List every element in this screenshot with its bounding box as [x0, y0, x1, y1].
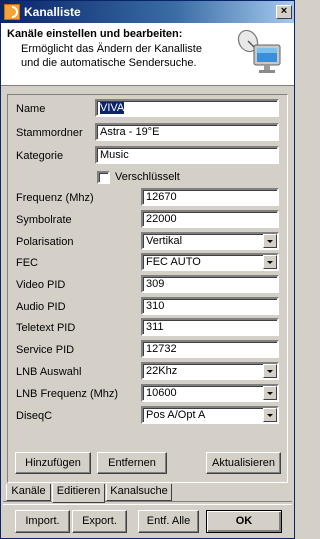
kategorie-label: Kategorie	[16, 150, 64, 162]
stammordner-label: Stammordner	[16, 127, 83, 139]
chevron-down-icon[interactable]	[263, 408, 277, 422]
export-button[interactable]: Export.	[72, 510, 127, 533]
polarisation-value: Vertikal	[146, 235, 183, 247]
symbolrate-label: Symbolrate	[16, 214, 72, 226]
name-value: VIVA	[100, 102, 125, 114]
tab-editieren[interactable]: Editieren	[52, 484, 105, 503]
tab-kanaele[interactable]: Kanäle	[6, 484, 51, 501]
app-icon	[3, 3, 21, 21]
chevron-down-icon[interactable]	[263, 255, 277, 269]
header-title: Kanäle einstellen und bearbeiten:	[7, 28, 183, 40]
kategorie-field[interactable]: Music	[95, 146, 279, 164]
monitor-satellite-icon	[237, 29, 281, 73]
diseqc-select[interactable]: Pos A/Opt A	[141, 406, 279, 424]
title-bar[interactable]: Kanalliste ×	[1, 1, 294, 23]
lnb-auswahl-select[interactable]: 22Khz	[141, 362, 279, 380]
verschluesselt-checkbox[interactable]	[97, 171, 110, 184]
tab-separator	[3, 501, 292, 505]
header-description: Ermöglicht das Ändern der Kanalliste und…	[21, 43, 202, 69]
video-pid-field[interactable]: 309	[141, 275, 279, 293]
entf-alle-button[interactable]: Entf. Alle	[138, 510, 199, 533]
ok-button[interactable]: OK	[206, 510, 282, 533]
symbolrate-field[interactable]: 22000	[141, 210, 279, 228]
service-pid-field[interactable]: 12732	[141, 340, 279, 358]
diseqc-value: Pos A/Opt A	[146, 409, 206, 421]
video-pid-label: Video PID	[16, 279, 66, 291]
kanalliste-window: Kanalliste × Kanäle einstellen und bearb…	[0, 0, 295, 539]
chevron-down-icon[interactable]	[263, 234, 277, 248]
lnb-auswahl-value: 22Khz	[146, 365, 178, 377]
aktualisieren-button[interactable]: Aktualisieren	[206, 452, 281, 474]
entfernen-button[interactable]: Entfernen	[97, 452, 167, 474]
frequenz-field[interactable]: 12670	[141, 188, 279, 206]
chevron-down-icon[interactable]	[263, 364, 277, 378]
name-field[interactable]: VIVA	[95, 99, 279, 117]
verschluesselt-label: Verschlüsselt	[115, 171, 180, 183]
header-panel: Kanäle einstellen und bearbeiten: Ermögl…	[1, 23, 294, 86]
stammordner-field[interactable]: Astra - 19°E	[95, 123, 279, 141]
teletext-pid-field[interactable]: 311	[141, 318, 279, 336]
audio-pid-field[interactable]: 310	[141, 297, 279, 315]
diseqc-label: DiseqC	[16, 410, 53, 422]
lnb-frequenz-label: LNB Frequenz (Mhz)	[16, 388, 119, 400]
fec-value: FEC AUTO	[146, 256, 201, 268]
polarisation-label: Polarisation	[16, 236, 74, 248]
tab-kanalsuche[interactable]: Kanalsuche	[106, 484, 172, 501]
name-label: Name	[16, 103, 46, 115]
close-button[interactable]: ×	[276, 5, 292, 19]
lnb-frequenz-value: 10600	[146, 387, 177, 399]
hinzufuegen-button[interactable]: Hinzufügen	[15, 452, 91, 474]
chevron-down-icon[interactable]	[263, 386, 277, 400]
polarisation-select[interactable]: Vertikal	[141, 232, 279, 250]
teletext-pid-label: Teletext PID	[16, 322, 76, 334]
fec-label: FEC	[16, 257, 38, 269]
service-pid-label: Service PID	[16, 344, 75, 356]
window-title: Kanalliste	[24, 5, 81, 19]
lnb-auswahl-label: LNB Auswahl	[16, 366, 82, 378]
fec-select[interactable]: FEC AUTO	[141, 253, 279, 271]
import-button[interactable]: Import.	[15, 510, 70, 533]
audio-pid-label: Audio PID	[16, 301, 66, 313]
lnb-frequenz-select[interactable]: 10600	[141, 384, 279, 402]
frequenz-label: Frequenz (Mhz)	[16, 192, 94, 204]
